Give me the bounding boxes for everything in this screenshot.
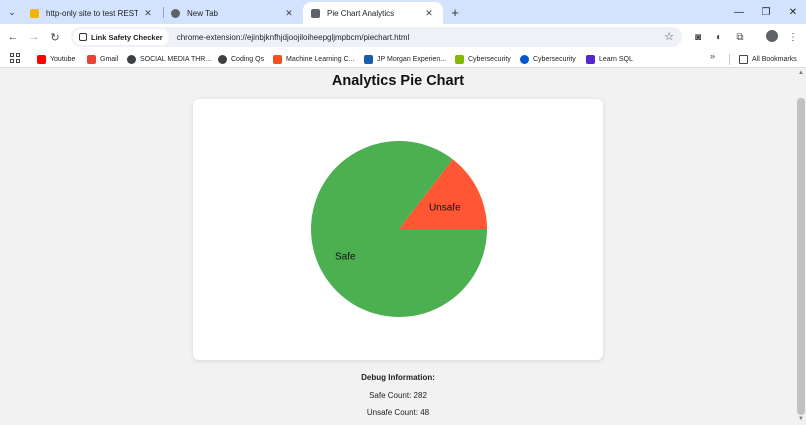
minimize-button[interactable]: — bbox=[728, 3, 750, 21]
tab-pie-chart-analytics[interactable]: Pie Chart Analytics ✕ bbox=[303, 2, 443, 24]
bookmark-item[interactable]: Youtube bbox=[37, 53, 75, 65]
bookmark-item[interactable]: Cybersecurity bbox=[520, 53, 576, 65]
pie-label-safe: Safe bbox=[335, 251, 356, 262]
globe-icon bbox=[218, 54, 227, 64]
tab-rest-test[interactable]: http-only site to test REST requ ✕ bbox=[22, 2, 162, 24]
bookmark-item[interactable]: Gmail bbox=[87, 53, 118, 65]
url-text[interactable]: chrome-extension://ejinbjknfhjdjoojiloih… bbox=[177, 33, 410, 42]
folder-icon bbox=[739, 54, 748, 64]
page-content: Analytics Pie Chart Unsafe Safe Debug Inf… bbox=[0, 69, 796, 425]
tab-new-tab[interactable]: New Tab ✕ bbox=[163, 2, 303, 24]
reload-button[interactable]: ↻ bbox=[47, 29, 63, 45]
scroll-thumb[interactable] bbox=[797, 98, 805, 415]
bookmark-item[interactable]: Machine Learning C... bbox=[273, 53, 354, 65]
bookmark-star-icon[interactable]: ☆ bbox=[664, 30, 674, 43]
bookmark-label: JP Morgan Experien... bbox=[377, 55, 447, 63]
extension-chip-label: Link Safety Checker bbox=[91, 32, 163, 42]
tab-title: New Tab bbox=[187, 8, 218, 18]
camera-icon[interactable]: ◙ bbox=[690, 29, 706, 45]
apps-grid-icon[interactable] bbox=[10, 53, 20, 63]
bookmark-item[interactable]: Coding Qs bbox=[218, 53, 264, 65]
bookmark-label: Youtube bbox=[50, 55, 76, 63]
puzzle-icon[interactable]: ⧉ bbox=[732, 29, 748, 45]
back-button[interactable]: ← bbox=[5, 29, 21, 45]
scroll-down-icon[interactable]: ▼ bbox=[797, 415, 805, 423]
udemy-icon bbox=[586, 54, 595, 64]
extension-icon bbox=[79, 33, 87, 41]
jpmorgan-icon bbox=[364, 54, 373, 64]
chart-card: Unsafe Safe bbox=[193, 99, 603, 360]
globe-icon bbox=[127, 54, 136, 64]
tab-close-icon[interactable]: ✕ bbox=[423, 8, 435, 19]
extension-toolbar-icon[interactable]: ◐ bbox=[711, 29, 727, 45]
new-tab-button[interactable]: + bbox=[447, 4, 463, 20]
pie-label-unsafe: Unsafe bbox=[429, 202, 461, 213]
more-bookmarks-chevron-icon[interactable]: » bbox=[710, 51, 715, 61]
scroll-up-icon[interactable]: ▲ bbox=[797, 69, 805, 77]
bookmark-label: Learn SQL bbox=[599, 55, 633, 63]
microsoft-icon bbox=[273, 54, 282, 64]
restore-button[interactable]: ❐ bbox=[755, 3, 777, 21]
page-title: Analytics Pie Chart bbox=[331, 73, 465, 89]
gmail-icon bbox=[87, 54, 96, 64]
debug-title: Debug Information: bbox=[361, 373, 435, 382]
bookmark-item[interactable]: JP Morgan Experien... bbox=[364, 53, 446, 65]
all-bookmarks-label: All Bookmarks bbox=[752, 55, 797, 63]
microsoft-icon bbox=[455, 54, 464, 64]
coursera-icon bbox=[520, 54, 529, 64]
tab-search-icon[interactable]: ⌄ bbox=[4, 4, 20, 20]
bookmark-label: SOCIAL MEDIA THR... bbox=[140, 55, 212, 63]
bookmark-item[interactable]: SOCIAL MEDIA THR... bbox=[127, 53, 211, 65]
tab-close-icon[interactable]: ✕ bbox=[142, 8, 154, 19]
tab-favicon-icon bbox=[30, 8, 39, 18]
bookmark-item[interactable]: Learn SQL bbox=[586, 53, 633, 65]
tab-close-icon[interactable]: ✕ bbox=[283, 8, 295, 19]
unsafe-count-text: Unsafe Count: 48 bbox=[366, 408, 430, 417]
globe-icon bbox=[171, 8, 180, 18]
tab-title: http-only site to test REST requ bbox=[46, 8, 138, 18]
extension-page-icon bbox=[311, 8, 320, 18]
page-scrollbar[interactable]: ▲ ▼ bbox=[796, 69, 806, 425]
bookmark-item[interactable]: Cybersecurity bbox=[455, 53, 511, 65]
browser-toolbar: ← → ↻ Link Safety Checker chrome-extensi… bbox=[0, 24, 806, 50]
extension-chip[interactable]: Link Safety Checker bbox=[73, 29, 169, 45]
all-bookmarks-button[interactable]: All Bookmarks bbox=[739, 53, 797, 65]
forward-button[interactable]: → bbox=[26, 29, 42, 45]
tab-title: Pie Chart Analytics bbox=[327, 8, 395, 18]
bookmark-label: Machine Learning C... bbox=[286, 55, 355, 63]
address-bar[interactable]: Link Safety Checker chrome-extension://e… bbox=[71, 27, 682, 47]
bookmarks-divider bbox=[729, 54, 730, 65]
bookmark-label: Gmail bbox=[100, 55, 119, 63]
bookmark-label: Cybersecurity bbox=[533, 55, 576, 63]
bookmark-label: Cybersecurity bbox=[468, 55, 511, 63]
safe-count-text: Safe Count: 282 bbox=[369, 391, 427, 400]
tab-strip: ⌄ http-only site to test REST requ ✕ New… bbox=[0, 0, 806, 24]
profile-avatar[interactable] bbox=[766, 30, 778, 42]
bookmark-label: Coding Qs bbox=[231, 55, 265, 63]
menu-kebab-icon[interactable]: ⋮ bbox=[785, 29, 801, 45]
close-window-button[interactable]: ✕ bbox=[782, 3, 804, 21]
youtube-icon bbox=[37, 54, 46, 64]
pie-chart: Unsafe Safe bbox=[311, 141, 487, 318]
